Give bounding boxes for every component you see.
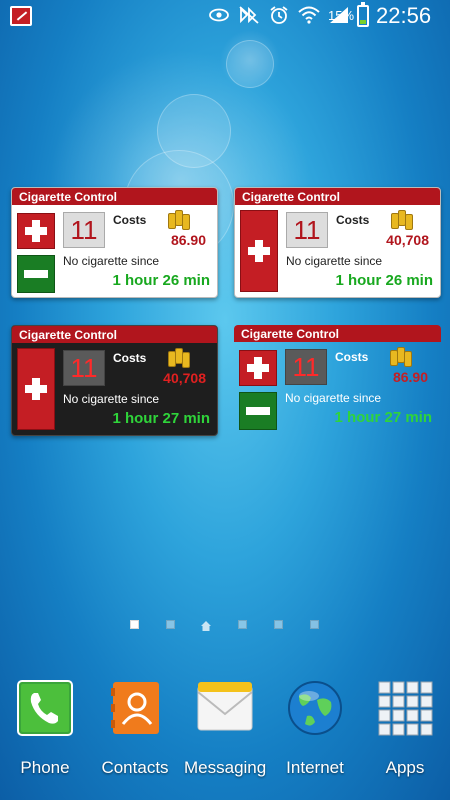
costs-label: Costs [336,213,370,227]
plus-icon [247,357,269,379]
cost-value: 40,708 [163,370,206,386]
mute-icon [238,4,260,26]
plus-icon [248,240,270,262]
cigarette-widget-1[interactable]: Cigarette Control 11 Costs 86.90 No ciga… [11,187,218,298]
widget-title: Cigarette Control [12,188,217,205]
dock-label: Phone [20,758,70,777]
page-dot[interactable] [274,620,283,629]
apps-grid-icon [377,680,433,736]
contacts-icon [107,680,163,736]
minus-icon [24,270,48,278]
dock-contacts[interactable]: Contacts [94,680,176,778]
costs-label: Costs [113,351,147,365]
dock-internet[interactable]: Internet [274,680,356,778]
since-label: No cigarette since [285,391,382,405]
cigarette-count: 11 [286,212,328,248]
messaging-icon [197,680,253,736]
minus-icon [246,407,270,415]
cost-value: 86.90 [392,369,428,385]
dock-label: Messaging [184,758,267,777]
widget-title: Cigarette Control [234,325,441,342]
since-value: 1 hour 26 min [335,272,433,289]
coins-icon [391,210,415,230]
wifi-icon [298,4,320,26]
phone-icon [17,680,73,736]
dock-phone[interactable]: Phone [4,680,86,778]
dock-label: Internet [286,758,344,777]
cigarette-widget-2[interactable]: Cigarette Control 11 Costs 40,708 No cig… [234,187,441,298]
page-dot[interactable] [166,620,175,629]
dock-messaging[interactable]: Messaging [184,680,266,778]
plus-icon [25,220,47,242]
battery-percent: 15% [328,8,355,23]
alarm-icon [268,4,290,26]
cost-value: 86.90 [170,232,206,248]
status-bar: 15% 22:56 [0,0,450,32]
dock-apps[interactable]: Apps [364,680,446,778]
home-page-icon[interactable] [200,619,212,631]
status-clock: 22:56 [376,3,432,28]
since-value: 1 hour 26 min [112,272,210,289]
widget-title: Cigarette Control [12,326,217,343]
internet-globe-icon [287,680,343,736]
plus-icon [25,378,47,400]
coins-icon [390,347,414,367]
cigarette-widget-4[interactable]: Cigarette Control 11 Costs 86.90 No ciga… [234,325,441,436]
costs-label: Costs [335,350,369,364]
add-cigarette-button[interactable] [239,350,277,386]
since-value: 1 hour 27 min [334,409,432,426]
wallpaper-bubble [226,40,274,88]
battery-icon [357,2,369,27]
since-label: No cigarette since [286,254,383,268]
coins-icon [168,210,192,230]
page-indicator[interactable] [126,618,326,632]
costs-label: Costs [113,213,147,227]
since-value: 1 hour 27 min [112,410,210,427]
dock-label: Contacts [101,758,169,777]
page-dot[interactable] [310,620,319,629]
page-dot-active[interactable] [130,620,139,629]
add-cigarette-button[interactable] [17,213,55,249]
app-notification-icon[interactable] [10,6,32,26]
coins-icon [168,348,192,368]
cost-value: 40,708 [386,232,429,248]
dock-label: Apps [385,758,425,777]
cigarette-count: 11 [285,349,327,385]
widget-title: Cigarette Control [235,188,440,205]
eye-icon [208,4,230,26]
since-label: No cigarette since [63,254,160,268]
cigarette-widget-3[interactable]: Cigarette Control 11 Costs 40,708 No cig… [11,325,218,436]
cigarette-count: 11 [63,350,105,386]
cigarette-count: 11 [63,212,105,248]
page-dot[interactable] [238,620,247,629]
since-label: No cigarette since [63,392,160,406]
